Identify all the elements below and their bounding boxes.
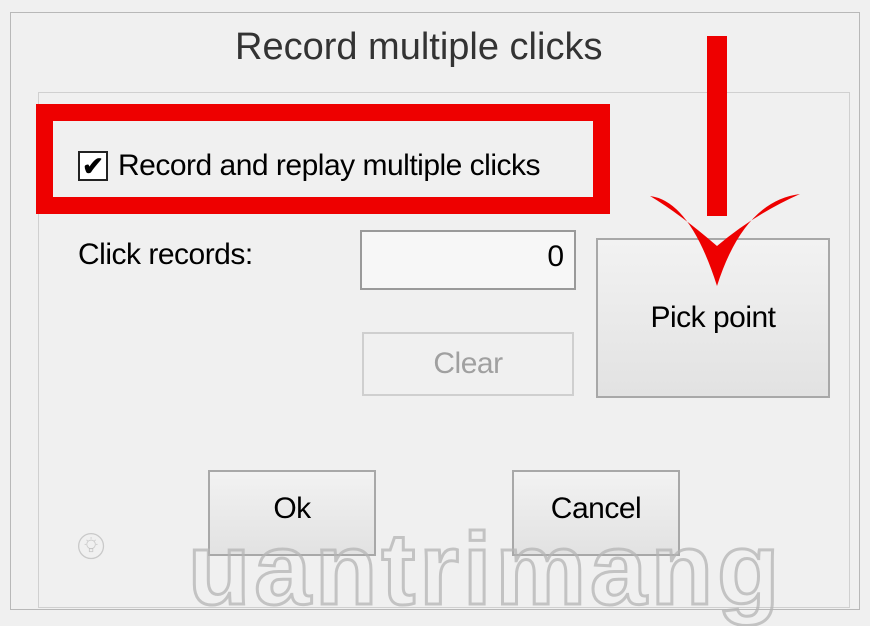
click-records-field: 0: [360, 230, 576, 290]
watermark-text: uantrimang: [186, 512, 784, 626]
arrow-down-icon: [650, 36, 800, 286]
clear-button: Clear: [362, 332, 574, 396]
click-records-label: Click records:: [78, 238, 253, 271]
red-highlight-box: [36, 104, 610, 214]
dialog-title: Record multiple clicks: [235, 26, 603, 68]
